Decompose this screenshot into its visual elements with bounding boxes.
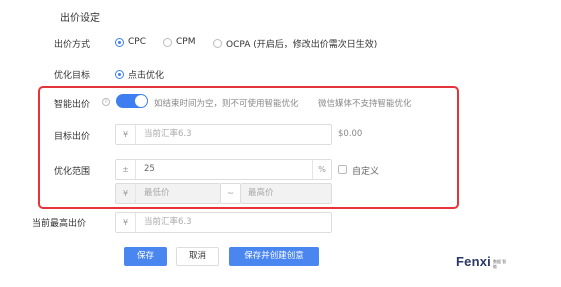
- wechat-note: 微信媒体不支持智能优化: [318, 99, 412, 109]
- logo-subtext: 数据 智能: [492, 259, 507, 269]
- max-price-placeholder: 最高价: [248, 188, 274, 198]
- bid-method-option-label: OCPA (开启后，修改出价需次日生效): [226, 40, 378, 50]
- cancel-button[interactable]: 取消: [176, 247, 219, 266]
- bid-method-option-cpc[interactable]: CPC: [115, 37, 146, 47]
- percent-suffix: %: [312, 160, 331, 179]
- optimize-target-option-label: 点击优化: [128, 71, 165, 81]
- radio-cpc[interactable]: [115, 37, 124, 47]
- smart-bid-toggle[interactable]: [116, 94, 148, 108]
- plus-minus-prefix: ±: [116, 160, 136, 179]
- current-max-bid-label: 当前最高出价: [32, 219, 87, 229]
- optimize-range-input[interactable]: ± 25 %: [115, 159, 332, 180]
- min-price-input[interactable]: ¥ 最低价: [115, 183, 221, 204]
- target-bid-placeholder: 当前汇率6.3: [144, 129, 192, 139]
- custom-checkbox[interactable]: [338, 165, 347, 174]
- smart-bid-label: 智能出价: [54, 100, 91, 110]
- optimize-target-label: 优化目标: [54, 71, 91, 81]
- radio-ocpa[interactable]: [213, 39, 222, 48]
- currency-prefix: ¥: [116, 184, 136, 203]
- fenxi-logo: Fenxi 数据 智能: [456, 254, 507, 269]
- max-price-input[interactable]: 最高价: [240, 183, 332, 204]
- smart-bid-note: 如结束时间为空，则不可使用智能优化: [154, 99, 299, 109]
- target-bid-label: 目标出价: [54, 132, 91, 142]
- save-and-create-button[interactable]: 保存并创建创意: [229, 247, 319, 266]
- custom-label: 自定义: [352, 167, 380, 177]
- min-price-placeholder: 最低价: [144, 188, 170, 198]
- optimize-range-label: 优化范围: [54, 167, 91, 177]
- currency-prefix: ¥: [116, 125, 136, 144]
- section-title: 出价设定: [60, 13, 100, 24]
- bid-method-option-label: CPC: [128, 37, 146, 47]
- range-separator: ~: [221, 183, 240, 204]
- radio-click-optimize[interactable]: [115, 70, 124, 79]
- currency-prefix: ¥: [116, 213, 136, 232]
- bid-method-option-ocpa[interactable]: OCPA (开启后，修改出价需次日生效): [213, 37, 377, 50]
- info-icon: i: [102, 98, 110, 106]
- bid-method-option-label: CPM: [176, 37, 196, 47]
- target-bid-usd: $0.00: [338, 129, 363, 139]
- current-max-bid-input[interactable]: ¥ 当前汇率6.3: [115, 212, 332, 233]
- bid-method-option-cpm[interactable]: CPM: [163, 37, 195, 47]
- save-button[interactable]: 保存: [124, 247, 167, 266]
- optimize-target-option-click[interactable]: 点击优化: [115, 68, 164, 81]
- logo-text: Fenxi: [456, 254, 491, 269]
- radio-cpm[interactable]: [163, 37, 172, 47]
- bid-method-label: 出价方式: [54, 40, 91, 50]
- target-bid-input[interactable]: ¥ 当前汇率6.3: [115, 124, 332, 145]
- optimize-range-value: 25: [144, 164, 155, 174]
- current-max-bid-placeholder: 当前汇率6.3: [144, 217, 192, 227]
